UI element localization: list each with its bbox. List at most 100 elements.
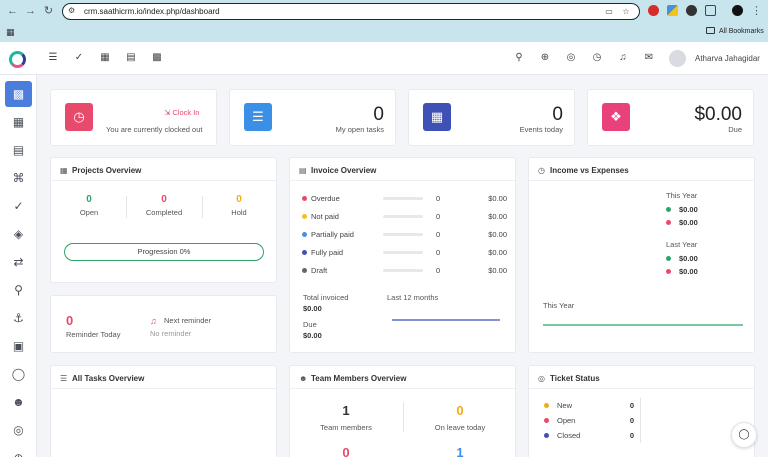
projects-hold[interactable]: 0 Hold (204, 194, 274, 217)
status-dot (544, 433, 549, 438)
income-dot (666, 207, 671, 212)
menu-toggle-icon[interactable]: ☰ (47, 52, 59, 64)
sidebar-item-transfer[interactable]: ⇄ (5, 249, 32, 275)
install-app-icon[interactable]: ▭ (604, 7, 614, 17)
last-year-income-value: $0.00 (679, 254, 698, 263)
ticket-row-name: Closed (557, 431, 581, 440)
clock-in-link[interactable]: ⇲ Clock In (164, 108, 199, 117)
events-today-card[interactable]: ▦ 0 Events today (408, 89, 575, 146)
bookmarks-bar: ▦ All Bookmarks (0, 23, 768, 42)
bell-icon[interactable]: ♫ (617, 52, 629, 64)
next-reminder-value: No reminder (150, 329, 192, 338)
all-tasks-title: ☰ All Tasks Overview (60, 374, 144, 383)
ticket-row-count: 0 (629, 431, 634, 440)
briefcase-icon[interactable]: ▤ (125, 52, 137, 64)
invoice-progress-bar (383, 215, 423, 218)
ticket-row-open[interactable]: Open 0 (544, 416, 634, 426)
invoice-progress-bar (383, 251, 423, 254)
sidebar-item-dashboard[interactable]: ▩ (5, 81, 32, 107)
extensions-puzzle-icon[interactable] (705, 5, 716, 16)
invoice-row-draft[interactable]: Draft 0 $0.00 (302, 265, 507, 277)
divider (126, 196, 127, 218)
monitor-icon[interactable]: ▩ (151, 52, 163, 64)
sidebar-item-messages[interactable]: ◯ (5, 361, 32, 387)
back-icon[interactable]: ← (6, 5, 19, 18)
sidebar-item-team[interactable]: ☻ (5, 389, 32, 415)
due-label: Due (728, 125, 742, 134)
sidebar-item-projects[interactable]: ▤ (5, 137, 32, 163)
sidebar-item-anchor[interactable]: ⚓ (5, 305, 32, 331)
projects-open-label: Open (79, 208, 99, 217)
team-members-label: Team members (320, 423, 372, 432)
sidebar-item-book[interactable]: ▣ (5, 333, 32, 359)
tasks-check-icon[interactable]: ✓ (73, 52, 85, 64)
document-icon: ▤ (299, 166, 307, 175)
ticket-status-title: ◎ Ticket Status (538, 374, 600, 383)
reload-icon[interactable]: ↻ (42, 5, 55, 18)
apps-grid-icon[interactable]: ▦ (6, 27, 16, 37)
calendar-icon: ▦ (423, 103, 451, 131)
user-name[interactable]: Atharva Jahagidar (695, 54, 760, 63)
extension-dark-icon[interactable] (686, 5, 697, 16)
apps-grid-icon[interactable]: ▦ (99, 52, 111, 64)
invoice-row-fully-paid[interactable]: Fully paid 0 $0.00 (302, 247, 507, 259)
support-icon: ◎ (538, 374, 545, 383)
team-row2-left[interactable]: 0 (291, 445, 401, 457)
invoice-row-overdue[interactable]: Overdue 0 $0.00 (302, 193, 507, 205)
add-circle-icon[interactable]: ⊕ (539, 52, 551, 64)
invoice-row-amount: $0.00 (488, 212, 507, 221)
projects-open[interactable]: 0 Open (54, 194, 124, 217)
status-dot (544, 403, 549, 408)
clock-icon[interactable]: ◷ (591, 52, 603, 64)
ticket-row-name: Open (557, 416, 576, 425)
last-year-label: Last Year (666, 240, 698, 249)
globe-icon[interactable]: ◎ (565, 52, 577, 64)
invoice-row-amount: $0.00 (488, 230, 507, 239)
invoice-row-count: 0 (436, 194, 441, 203)
invoice-row-partially-paid[interactable]: Partially paid 0 $0.00 (302, 229, 507, 241)
team-members-card: ☻ Team Members Overview 1 Team members 0 … (289, 365, 516, 457)
invoice-row-name: Not paid (311, 212, 339, 221)
sidebar-item-tasks[interactable]: ✓ (5, 193, 32, 219)
url-text[interactable]: crm.saathicrm.io/index.php/dashboard (84, 7, 220, 16)
mail-icon[interactable]: ✉ (643, 52, 655, 64)
site-settings-icon[interactable]: ⚙ (68, 6, 78, 16)
extension-red-icon[interactable] (648, 5, 659, 16)
on-leave-block[interactable]: 0 On leave today (405, 403, 515, 432)
invoice-row-amount: $0.00 (488, 194, 507, 203)
browser-menu-icon[interactable]: ⋮ (750, 5, 763, 18)
ticket-status-title-text: Ticket Status (550, 374, 600, 383)
forward-icon[interactable]: → (24, 5, 37, 18)
status-dot (302, 214, 307, 219)
sidebar-item-more[interactable]: ⊕ (5, 445, 32, 457)
open-tasks-count: 0 (373, 104, 384, 125)
chat-bubble-icon[interactable]: ◯ (731, 422, 757, 448)
address-bar[interactable]: ⚙ crm.saathicrm.io/index.php/dashboard ▭… (62, 3, 640, 20)
on-leave-label: On leave today (434, 423, 486, 432)
browser-chrome: ← → ↻ ⚙ crm.saathicrm.io/index.php/dashb… (0, 0, 768, 42)
divider (640, 398, 641, 443)
ticket-row-closed[interactable]: Closed 0 (544, 431, 634, 441)
team-row2-right[interactable]: 1 (405, 445, 515, 457)
projects-completed[interactable]: 0 Completed (129, 194, 199, 217)
app-logo[interactable] (9, 51, 26, 68)
invoice-row-amount: $0.00 (488, 248, 507, 257)
sidebar-item-command[interactable]: ⌘ (5, 165, 32, 191)
invoice-row-name: Partially paid (311, 230, 354, 239)
profile-icon[interactable] (732, 5, 743, 16)
open-tasks-card[interactable]: ☰ 0 My open tasks (229, 89, 396, 146)
invoice-row-not-paid[interactable]: Not paid 0 $0.00 (302, 211, 507, 223)
ticket-row-new[interactable]: New 0 (544, 401, 634, 411)
sidebar-item-layers[interactable]: ◈ (5, 221, 32, 247)
avatar[interactable] (669, 50, 686, 67)
bookmark-star-icon[interactable]: ☆ (621, 7, 631, 17)
team-members-count-block[interactable]: 1 Team members (291, 403, 401, 432)
sidebar-item-support[interactable]: ◎ (5, 417, 32, 443)
sidebar-item-calendar[interactable]: ▦ (5, 109, 32, 135)
extension-color-icon[interactable] (667, 5, 678, 16)
search-icon[interactable]: ⚲ (513, 52, 525, 64)
events-today-label: Events today (519, 125, 563, 134)
due-card[interactable]: ❖ $0.00 Due (587, 89, 754, 146)
sidebar-item-cart[interactable]: ⚲ (5, 277, 32, 303)
all-bookmarks[interactable]: All Bookmarks (706, 27, 764, 35)
